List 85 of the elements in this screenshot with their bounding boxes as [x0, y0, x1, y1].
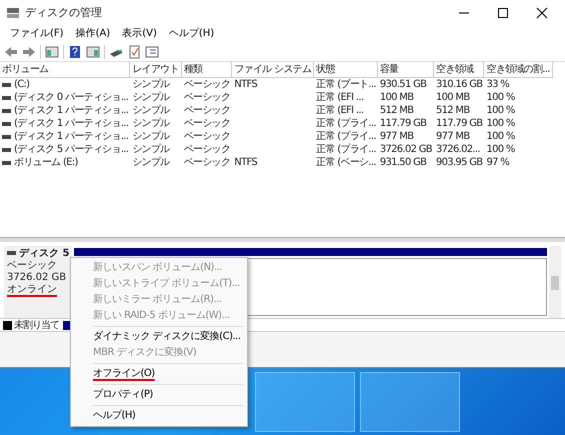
table-cell-text: 117.79 GB — [434, 117, 484, 130]
column-header[interactable]: ファイル システム — [232, 62, 314, 78]
disk-drive-icon — [7, 251, 16, 256]
table-cell-text: 100 % — [485, 117, 516, 130]
table-cell-text: 100 % — [485, 130, 516, 143]
close-icon — [535, 7, 549, 19]
table-cell-text: ベーシック — [182, 104, 232, 117]
legend-label: 未割り当て — [14, 318, 59, 332]
column-header[interactable]: 空き領域 — [434, 62, 484, 78]
disk-size: 3726.02 GB — [7, 272, 68, 284]
menu-item[interactable]: 表示(V) — [116, 27, 163, 41]
table-cell-text: 512 MB — [378, 104, 414, 117]
table-cell-text: 977 MB — [434, 130, 471, 143]
table-cell-text: シンプル — [131, 156, 171, 169]
table-cell-text: 正常 (ブート... — [315, 78, 377, 91]
disk-status: オンライン — [7, 284, 58, 296]
scrollbar[interactable] — [549, 246, 561, 318]
column-header[interactable]: 状態 — [314, 62, 378, 78]
forward-arrow-button[interactable] — [22, 44, 36, 58]
table-cell-text: 930.51 GB — [378, 78, 428, 91]
table-cell-text: 903.95 GB — [434, 156, 484, 169]
table-cell-text: 977 MB — [378, 130, 414, 143]
table-cell-text: 512 MB — [434, 104, 471, 117]
disk-name: ディスク 5 — [19, 248, 70, 259]
table-cell-text: 33 % — [485, 78, 510, 91]
table-cell-text: 931.50 GB — [378, 156, 428, 169]
table-cell-text: 100 MB — [378, 91, 414, 104]
table-cell-text: 正常 (プライ... — [315, 117, 377, 130]
table-cell-text: ベーシック — [182, 143, 232, 156]
table-cell: (C:) — [14, 78, 30, 91]
table-cell-text: 正常 (EFI ... — [315, 104, 364, 117]
column-header[interactable]: 種類 — [182, 62, 232, 78]
maximize-icon — [496, 7, 510, 19]
disk-drive-icon — [6, 7, 20, 19]
table-cell-text: 正常 (EFI ... — [315, 91, 364, 104]
window-title: ディスクの管理 — [25, 4, 103, 21]
table-cell: (ディスク 0 パーティショ... — [14, 91, 128, 104]
table-cell-text: シンプル — [131, 143, 171, 156]
menu-item[interactable]: ファイル(F) — [4, 27, 70, 41]
table-cell-text: 100 % — [485, 143, 516, 156]
menu-item[interactable]: ヘルプ(H) — [71, 408, 246, 424]
table-cell-text: ベーシック — [182, 117, 232, 130]
table-cell-text: 正常 (ベーシ... — [315, 156, 377, 169]
table-cell-text: NTFS — [233, 156, 258, 169]
table-cell-text: シンプル — [131, 117, 171, 130]
table-cell-text: ベーシック — [182, 78, 232, 91]
table-cell-text: 310.16 GB — [434, 78, 484, 91]
panel-button[interactable] — [86, 44, 100, 58]
table-cell-text: シンプル — [131, 91, 171, 104]
checklist-button[interactable] — [127, 44, 141, 58]
panel-button[interactable] — [45, 44, 59, 58]
table-cell-text: ベーシック — [182, 156, 232, 169]
menu-item[interactable]: オフライン(O) — [71, 366, 246, 382]
table-cell-text: シンプル — [131, 130, 171, 143]
column-header[interactable]: ボリューム — [0, 62, 130, 78]
table-cell-text: 3726.02... — [434, 143, 481, 156]
column-header[interactable]: 容量 — [378, 62, 434, 78]
help-button[interactable] — [68, 44, 82, 58]
menu-item[interactable]: ヘルプ(H) — [162, 27, 220, 41]
menu-item[interactable]: プロパティ(P) — [71, 387, 246, 403]
back-arrow-button[interactable] — [4, 44, 18, 58]
table-cell-text: 117.79 GB — [378, 117, 428, 130]
column-header[interactable]: レイアウト — [130, 62, 182, 78]
menu-item[interactable]: 操作(A) — [70, 27, 116, 41]
table-cell-text: シンプル — [131, 104, 171, 117]
list-button[interactable] — [145, 44, 159, 58]
table-cell: (ディスク 1 パーティショ... — [14, 130, 128, 143]
column-header[interactable]: 空き領域の割... — [484, 62, 553, 78]
table-cell-text: 100 MB — [434, 91, 471, 104]
table-cell-text: 正常 (プライ... — [315, 143, 377, 156]
table-cell: (ディスク 1 パーティショ... — [14, 104, 128, 117]
table-cell-text: シンプル — [131, 78, 171, 91]
table-cell-text: ベーシック — [182, 91, 232, 104]
table-cell-text: 3726.02 GB — [378, 143, 433, 156]
table-cell-text: 100 % — [485, 91, 516, 104]
table-cell: (ディスク 5 パーティショ... — [14, 143, 128, 156]
table-cell-text: 97 % — [485, 156, 510, 169]
menu-item[interactable]: ダイナミック ディスクに変換(C)... — [71, 329, 246, 345]
table-cell-text: 100 % — [485, 104, 516, 117]
table-cell-text: NTFS — [233, 78, 258, 91]
table-cell: (ディスク 1 パーティショ... — [14, 117, 128, 130]
table-cell: ボリューム (E:) — [14, 156, 78, 169]
table-cell-text: 正常 (プライ... — [315, 130, 377, 143]
disk-type: ベーシック — [7, 260, 58, 272]
table-cell-text: ベーシック — [182, 130, 232, 143]
